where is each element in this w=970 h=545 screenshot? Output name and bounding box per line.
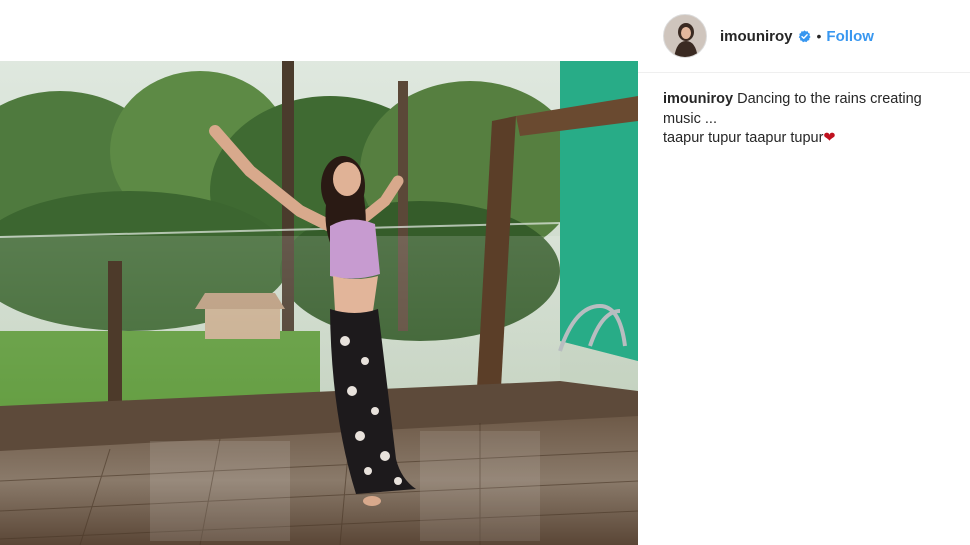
follow-button[interactable]: Follow — [826, 28, 874, 45]
heart-icon: ❤ — [823, 130, 836, 146]
username-link[interactable]: imouniroy — [720, 28, 793, 45]
post-media-area — [0, 0, 638, 545]
header-separator: • — [816, 28, 822, 44]
caption-username[interactable]: imouniroy — [663, 91, 733, 107]
post-header: imouniroy • Follow — [638, 0, 970, 73]
post-photo-illustration — [0, 61, 638, 545]
verified-badge-icon — [798, 29, 811, 42]
caption-line-2: taapur tupur taapur tupur — [663, 130, 824, 146]
avatar-image — [664, 15, 706, 57]
post-sidebar: imouniroy • Follow imouniroy Dancing to … — [638, 0, 970, 545]
avatar[interactable] — [663, 14, 707, 58]
post-photo[interactable] — [0, 61, 638, 545]
post-caption: imouniroy Dancing to the rains creating … — [663, 90, 953, 149]
